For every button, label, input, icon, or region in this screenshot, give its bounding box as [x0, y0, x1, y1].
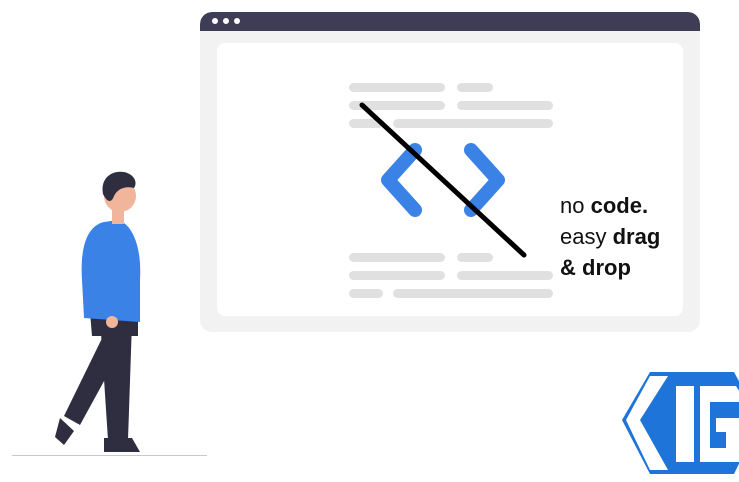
illustration-stage: no code. easy drag & drop — [0, 0, 739, 482]
tagline: no code. easy drag & drop — [560, 190, 730, 283]
tagline-line-1: no code. — [560, 190, 730, 221]
walking-person-illustration — [55, 171, 141, 452]
tagline-emphasis: drag — [612, 224, 661, 249]
tagline-text: no — [560, 193, 591, 218]
tagline-emphasis: & drop — [560, 255, 631, 280]
hexagon-g-logo — [622, 372, 739, 474]
tagline-text: easy — [560, 224, 613, 249]
tagline-line-2: easy drag — [560, 221, 730, 252]
ground-line — [12, 455, 207, 456]
tagline-line-3: & drop — [560, 252, 730, 283]
tagline-emphasis: code. — [590, 193, 649, 218]
